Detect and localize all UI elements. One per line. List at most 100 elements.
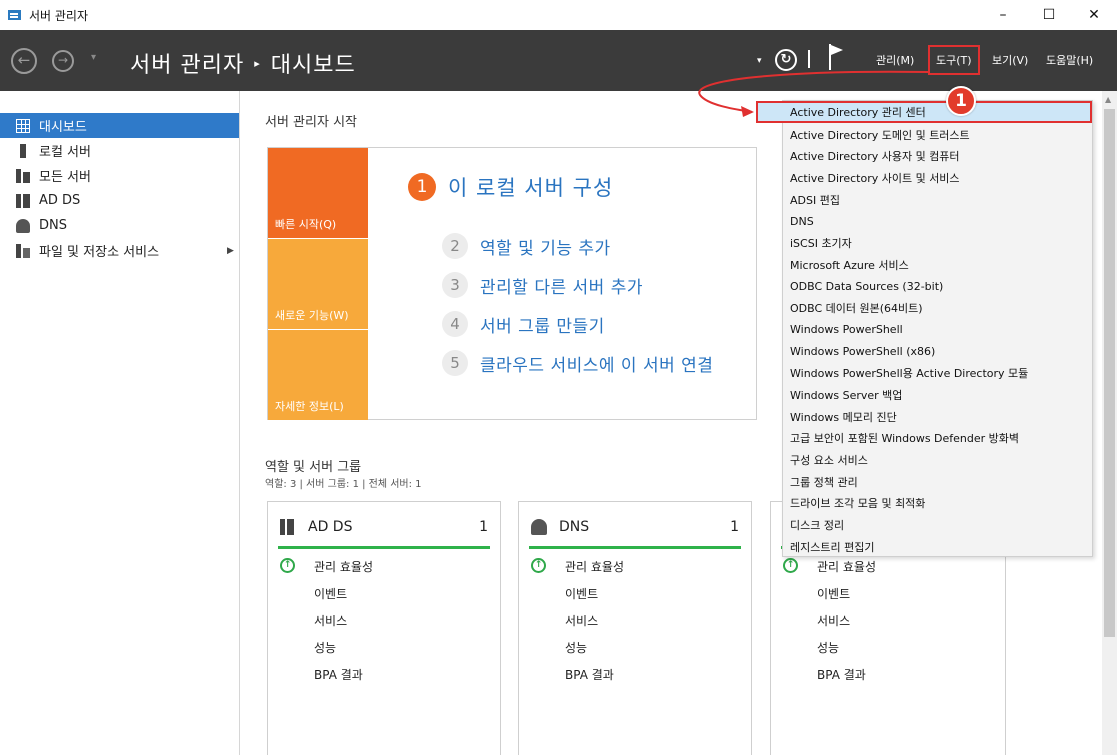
step-number: 1 bbox=[408, 173, 436, 201]
scroll-thumb[interactable] bbox=[1104, 109, 1115, 637]
menu-tools[interactable]: 도구(T) bbox=[928, 45, 980, 75]
refresh-icon[interactable]: ↻ bbox=[775, 49, 797, 71]
card-row-services[interactable]: 서비스 bbox=[565, 612, 598, 629]
step-link[interactable]: 이 로컬 서버 구성 bbox=[448, 172, 613, 202]
tools-menu-item[interactable]: Windows PowerShell (x86) bbox=[783, 341, 1092, 363]
forward-arrow-icon[interactable]: → bbox=[52, 50, 74, 72]
roles-summary: 역할: 3 | 서버 그룹: 1 | 전체 서버: 1 bbox=[265, 479, 422, 490]
menu-help[interactable]: 도움말(H) bbox=[1046, 52, 1093, 68]
sidebar-item-local-server[interactable]: 로컬 서버 bbox=[0, 138, 239, 163]
tools-menu-item[interactable]: Windows 메모리 진단 bbox=[783, 406, 1092, 428]
ad-ds-icon bbox=[280, 519, 296, 535]
maximize-button[interactable]: ☐ bbox=[1026, 0, 1072, 30]
step-link[interactable]: 서버 그룹 만들기 bbox=[480, 312, 605, 337]
header-bar: ← → ▾ 서버 관리자 ▸ 대시보드 ▾ ↻ 관리(M) 도구(T) 보기(V… bbox=[0, 30, 1117, 91]
tools-menu-item[interactable]: Active Directory 도메인 및 트러스트 bbox=[783, 124, 1092, 146]
dns-icon bbox=[531, 519, 547, 535]
tools-menu-item[interactable]: iSCSI 초기자 bbox=[783, 232, 1092, 254]
vertical-scrollbar[interactable]: ▲ bbox=[1102, 91, 1117, 755]
minimize-button[interactable]: – bbox=[980, 0, 1026, 30]
breadcrumb: 서버 관리자 ▸ 대시보드 bbox=[130, 47, 356, 79]
tools-menu-item[interactable]: ODBC Data Sources (32-bit) bbox=[783, 276, 1092, 298]
card-header: AD DS 1 bbox=[280, 516, 488, 538]
step-link[interactable]: 역할 및 기능 추가 bbox=[480, 234, 611, 259]
card-row-events[interactable]: 이벤트 bbox=[565, 585, 598, 602]
card-row-events[interactable]: 이벤트 bbox=[817, 585, 850, 602]
status-bar bbox=[278, 546, 490, 549]
tools-menu-item[interactable]: 레지스트리 편집기 bbox=[783, 536, 1092, 558]
card-row-bpa[interactable]: BPA 결과 bbox=[817, 666, 866, 683]
step-create-group[interactable]: 4 서버 그룹 만들기 bbox=[442, 311, 605, 337]
nav-history-dropdown-icon[interactable]: ▾ bbox=[91, 52, 96, 63]
scroll-up-icon[interactable]: ▲ bbox=[1105, 95, 1111, 104]
file-storage-icon bbox=[16, 243, 30, 258]
header-divider bbox=[808, 50, 810, 68]
welcome-panel: 빠른 시작(Q) 새로운 기능(W) 자세한 정보(L) 1 이 로컬 서버 구… bbox=[267, 147, 757, 420]
sidebar-item-label: 로컬 서버 bbox=[39, 145, 91, 160]
sidebar-item-all-servers[interactable]: 모든 서버 bbox=[0, 163, 239, 188]
card-row-manageability[interactable]: 관리 효율성 bbox=[817, 558, 876, 575]
card-title: AD DS bbox=[308, 519, 353, 535]
step-number: 2 bbox=[442, 233, 468, 259]
close-button[interactable]: ✕ bbox=[1071, 0, 1117, 30]
sidebar-item-label: AD DS bbox=[39, 193, 81, 208]
tools-menu-item[interactable]: 구성 요소 서비스 bbox=[783, 449, 1092, 471]
status-bar bbox=[529, 546, 741, 549]
notifications-flag-icon[interactable] bbox=[829, 44, 845, 70]
card-row-bpa[interactable]: BPA 결과 bbox=[314, 666, 363, 683]
sidebar-item-ad-ds[interactable]: AD DS bbox=[0, 188, 239, 213]
tools-menu-item[interactable]: Windows PowerShell bbox=[783, 319, 1092, 341]
step-callout-badge: 1 bbox=[946, 86, 976, 116]
tools-menu-item[interactable]: 드라이브 조각 모음 및 최적화 bbox=[783, 493, 1092, 515]
tools-menu-item[interactable]: DNS bbox=[783, 211, 1092, 233]
step-connect-cloud[interactable]: 5 클라우드 서비스에 이 서버 연결 bbox=[442, 350, 713, 376]
card-row-manageability[interactable]: 관리 효율성 bbox=[314, 558, 373, 575]
step-add-roles[interactable]: 2 역할 및 기능 추가 bbox=[442, 233, 611, 259]
card-row-manageability[interactable]: 관리 효율성 bbox=[565, 558, 624, 575]
step-link[interactable]: 관리할 다른 서버 추가 bbox=[480, 273, 643, 298]
tools-menu-item[interactable]: Active Directory 사이트 및 서비스 bbox=[783, 167, 1092, 189]
window-title-bar: 서버 관리자 bbox=[0, 0, 1117, 30]
tools-menu-item[interactable]: 디스크 정리 bbox=[783, 514, 1092, 536]
tools-menu-item[interactable]: Windows Server 백업 bbox=[783, 384, 1092, 406]
sidebar: 대시보드 로컬 서버 모든 서버 AD DS DNS 파일 및 저장소 서비스 … bbox=[0, 91, 240, 755]
servers-icon bbox=[16, 168, 30, 183]
step-link[interactable]: 클라우드 서비스에 이 서버 연결 bbox=[480, 351, 713, 376]
card-row-performance[interactable]: 성능 bbox=[314, 639, 336, 656]
card-title: DNS bbox=[559, 519, 590, 535]
role-card-ad-ds[interactable]: AD DS 1 ↑ 관리 효율성 이벤트 서비스 성능 BPA 결과 bbox=[267, 501, 501, 755]
sidebar-item-dns[interactable]: DNS bbox=[0, 213, 239, 238]
tools-menu-item[interactable]: Active Directory 사용자 및 컴퓨터 bbox=[783, 145, 1092, 167]
menu-view[interactable]: 보기(V) bbox=[992, 52, 1028, 68]
chevron-right-icon[interactable]: ▶ bbox=[227, 246, 234, 256]
step-configure-local-server[interactable]: 1 이 로컬 서버 구성 bbox=[408, 172, 613, 202]
whats-new-tile[interactable]: 새로운 기능(W) bbox=[268, 239, 368, 329]
tools-menu-item[interactable]: Microsoft Azure 서비스 bbox=[783, 254, 1092, 276]
tools-menu-item[interactable]: 고급 보안이 포함된 Windows Defender 방화벽 bbox=[783, 428, 1092, 450]
tools-menu-item[interactable]: 그룹 정책 관리 bbox=[783, 471, 1092, 493]
sidebar-item-file-storage[interactable]: 파일 및 저장소 서비스 ▶ bbox=[0, 238, 239, 263]
tile-label: 자세한 정보(L) bbox=[275, 400, 344, 413]
step-add-servers[interactable]: 3 관리할 다른 서버 추가 bbox=[442, 272, 643, 298]
tools-menu-item[interactable]: Active Directory 관리 센터 bbox=[756, 101, 1092, 123]
back-arrow-icon[interactable]: ← bbox=[11, 48, 37, 74]
tools-menu-item[interactable]: ODBC 데이터 원본(64비트) bbox=[783, 297, 1092, 319]
tools-menu-item[interactable]: Windows PowerShell용 Active Directory 모듈 bbox=[783, 362, 1092, 384]
dns-icon bbox=[16, 218, 30, 233]
card-row-services[interactable]: 서비스 bbox=[817, 612, 850, 629]
learn-more-tile[interactable]: 자세한 정보(L) bbox=[268, 330, 368, 420]
menu-manage[interactable]: 관리(M) bbox=[876, 52, 914, 68]
card-row-performance[interactable]: 성능 bbox=[817, 639, 839, 656]
sidebar-item-dashboard[interactable]: 대시보드 bbox=[0, 113, 239, 138]
role-card-dns[interactable]: DNS 1 ↑ 관리 효율성 이벤트 서비스 성능 BPA 결과 bbox=[518, 501, 752, 755]
card-row-bpa[interactable]: BPA 결과 bbox=[565, 666, 614, 683]
card-row-services[interactable]: 서비스 bbox=[314, 612, 347, 629]
header-dropdown-icon[interactable]: ▾ bbox=[757, 56, 762, 66]
sidebar-item-label: 파일 및 저장소 서비스 bbox=[39, 245, 160, 260]
card-row-performance[interactable]: 성능 bbox=[565, 639, 587, 656]
card-row-events[interactable]: 이벤트 bbox=[314, 585, 347, 602]
breadcrumb-app: 서버 관리자 bbox=[130, 53, 245, 78]
quick-start-tile[interactable]: 빠른 시작(Q) bbox=[268, 148, 368, 238]
tools-menu-item[interactable]: ADSI 편집 bbox=[783, 189, 1092, 211]
dashboard-grid-icon bbox=[16, 118, 30, 133]
